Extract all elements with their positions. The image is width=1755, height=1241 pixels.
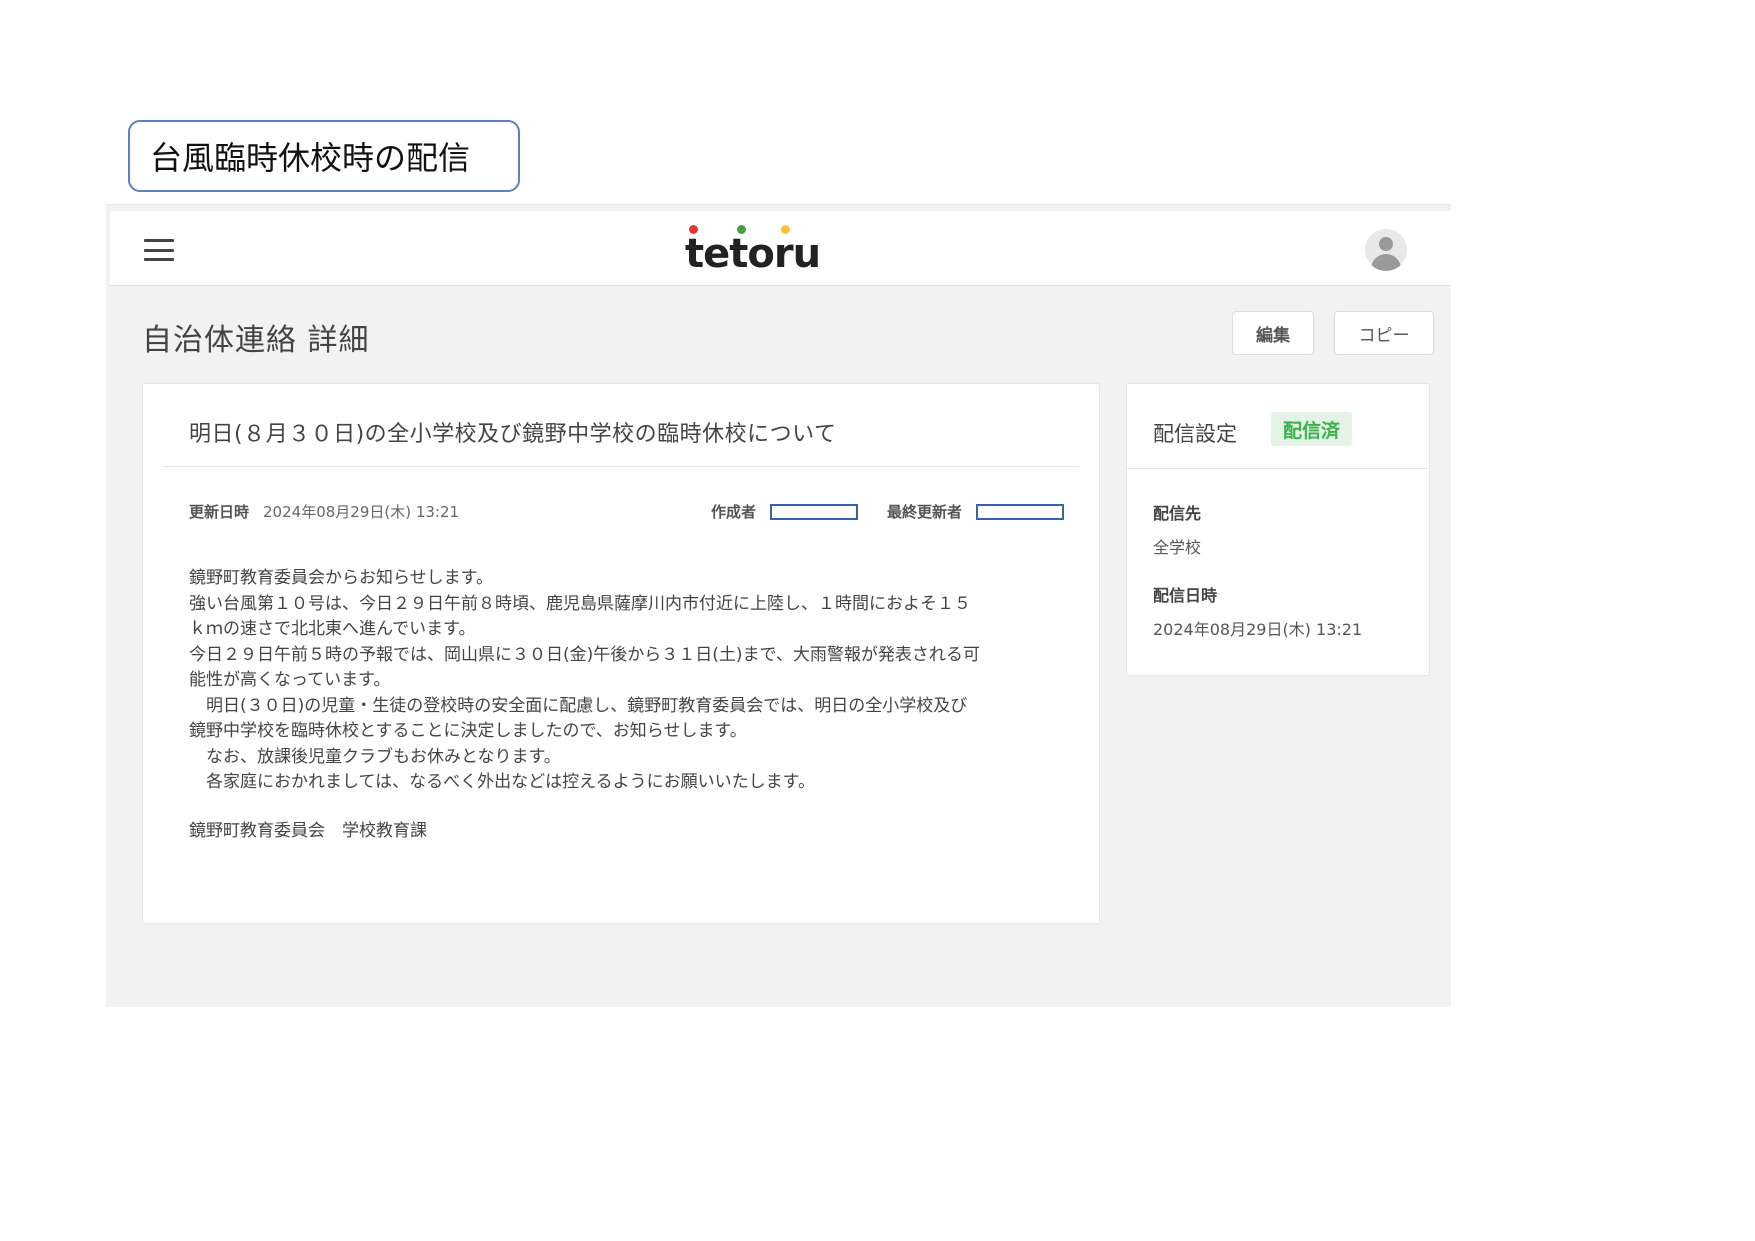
body-line: 各家庭におかれましては、なるべく外出などは控えるようにお願いいたします。: [189, 772, 815, 792]
body-line: なお、放課後児童クラブもお休みとなります。: [189, 746, 561, 767]
body-line: 鏡野中学校を臨時休校とすることに決定しましたので、お知らせします。: [189, 721, 747, 741]
copy-button[interactable]: コピー: [1334, 311, 1434, 355]
message-signature: 鏡野町教育委員会 学校教育課: [189, 821, 427, 841]
body-line: ｋｍの速さで北北東へ進んでいます。: [189, 619, 476, 639]
app-screen: tetoru 自治体連絡 詳細 編集 コピー 明日(８月３０日)の全小学校及び鏡…: [106, 204, 1451, 1007]
app-header: tetoru: [110, 211, 1451, 286]
logo-text: tetoru: [685, 231, 821, 277]
delivery-datetime-label: 配信日時: [1153, 586, 1218, 605]
delivery-settings-title: 配信設定: [1153, 422, 1237, 446]
last-updater-name-redacted: [976, 503, 1065, 520]
body-line: 強い台風第１０号は、今日２９日午前８時頃、鹿児島県薩摩川内市付近に上陸し、１時間…: [189, 593, 971, 614]
caption-label: 台風臨時休校時の配信: [128, 120, 520, 192]
updated-label: 更新日時: [189, 503, 250, 521]
body-line: 鏡野町教育委員会からお知らせします。: [189, 568, 493, 588]
delivery-datetime-value: 2024年08月29日(木) 13:21: [1153, 620, 1363, 639]
author-name-redacted: [770, 503, 859, 520]
hamburger-menu-icon[interactable]: [144, 239, 174, 261]
tetoru-logo: tetoru: [685, 225, 845, 277]
last-updater-meta: 最終更新者: [887, 501, 1065, 522]
user-avatar-icon[interactable]: [1365, 229, 1407, 271]
updated-value: 2024年08月29日(木) 13:21: [263, 503, 460, 521]
body-line: 明日(３０日)の児童・生徒の登校時の安全面に配慮し、鏡野町教育委員会では、明日の…: [189, 695, 968, 716]
message-detail-card: 明日(８月３０日)の全小学校及び鏡野中学校の臨時休校について 更新日時 2024…: [142, 383, 1100, 924]
divider: [1127, 468, 1429, 469]
author-meta: 作成者: [711, 501, 859, 522]
message-body: 鏡野町教育委員会からお知らせします。 強い台風第１０号は、今日２９日午前８時頃、…: [189, 566, 1069, 796]
author-label: 作成者: [711, 503, 757, 521]
target-value: 全学校: [1153, 538, 1202, 557]
target-label: 配信先: [1153, 504, 1202, 523]
status-badge: 配信済: [1271, 412, 1353, 446]
body-line: 能性が高くなっています。: [189, 670, 391, 690]
page-title: 自治体連絡 詳細: [142, 323, 370, 358]
last-updater-label: 最終更新者: [887, 503, 963, 521]
body-line: 今日２９日午前５時の予報では、岡山県に３０日(金)午後から３１日(土)まで、大雨…: [189, 644, 980, 665]
edit-button[interactable]: 編集: [1232, 311, 1314, 355]
divider: [163, 466, 1079, 467]
delivery-settings-card: 配信設定 配信済 配信先 全学校 配信日時 2024年08月29日(木) 13:…: [1126, 383, 1430, 676]
message-title: 明日(８月３０日)の全小学校及び鏡野中学校の臨時休校について: [189, 422, 837, 447]
updated-meta: 更新日時 2024年08月29日(木) 13:21: [189, 501, 459, 522]
